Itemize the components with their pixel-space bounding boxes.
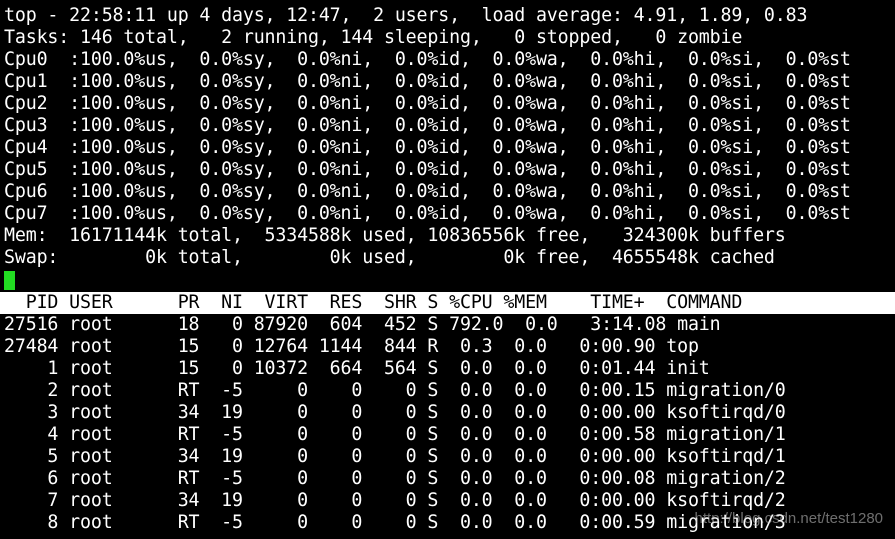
cpu-line: Cpu1 :100.0%us, 0.0%sy, 0.0%ni, 0.0%id, … [4,71,851,92]
cpu-line: Cpu4 :100.0%us, 0.0%sy, 0.0%ni, 0.0%id, … [4,137,851,158]
cpu-line: Cpu6 :100.0%us, 0.0%sy, 0.0%ni, 0.0%id, … [4,181,851,202]
process-row: 3 root 34 19 0 0 0 S 0.0 0.0 0:00.00 kso… [4,402,786,423]
cpu-line: Cpu0 :100.0%us, 0.0%sy, 0.0%ni, 0.0%id, … [4,49,851,70]
watermark: http://blog.csdn.net/test1280 [694,510,883,527]
process-row: 2 root RT -5 0 0 0 S 0.0 0.0 0:00.15 mig… [4,380,786,401]
process-row: 6 root RT -5 0 0 0 S 0.0 0.0 0:00.08 mig… [4,468,786,489]
uptime-line: top - 22:58:11 up 4 days, 12:47, 2 users… [4,5,808,26]
mem-line: Mem: 16171144k total, 5334588k used, 108… [4,225,786,246]
terminal-window[interactable]: top - 22:58:11 up 4 days, 12:47, 2 users… [0,0,895,539]
swap-line: Swap: 0k total, 0k used, 0k free, 465554… [4,247,775,268]
process-row: 27516 root 18 0 87920 604 452 S 792.0 0.… [4,314,721,335]
process-row: 27484 root 15 0 12764 1144 844 R 0.3 0.0… [4,336,699,357]
tasks-line: Tasks: 146 total, 2 running, 144 sleepin… [4,27,743,48]
cpu-line: Cpu5 :100.0%us, 0.0%sy, 0.0%ni, 0.0%id, … [4,159,851,180]
process-row: 7 root 34 19 0 0 0 S 0.0 0.0 0:00.00 kso… [4,490,786,511]
process-table-header: PID USER PR NI VIRT RES SHR S %CPU %MEM … [4,292,743,313]
cpu-line: Cpu3 :100.0%us, 0.0%sy, 0.0%ni, 0.0%id, … [4,115,851,136]
process-row: 1 root 15 0 10372 664 564 S 0.0 0.0 0:01… [4,358,710,379]
process-row: 4 root RT -5 0 0 0 S 0.0 0.0 0:00.58 mig… [4,424,786,445]
process-row: 8 root RT -5 0 0 0 S 0.0 0.0 0:00.59 mig… [4,512,786,533]
cpu-line: Cpu2 :100.0%us, 0.0%sy, 0.0%ni, 0.0%id, … [4,93,851,114]
terminal-cursor [4,271,15,290]
cpu-line: Cpu7 :100.0%us, 0.0%sy, 0.0%ni, 0.0%id, … [4,203,851,224]
process-row: 5 root 34 19 0 0 0 S 0.0 0.0 0:00.00 kso… [4,446,786,467]
